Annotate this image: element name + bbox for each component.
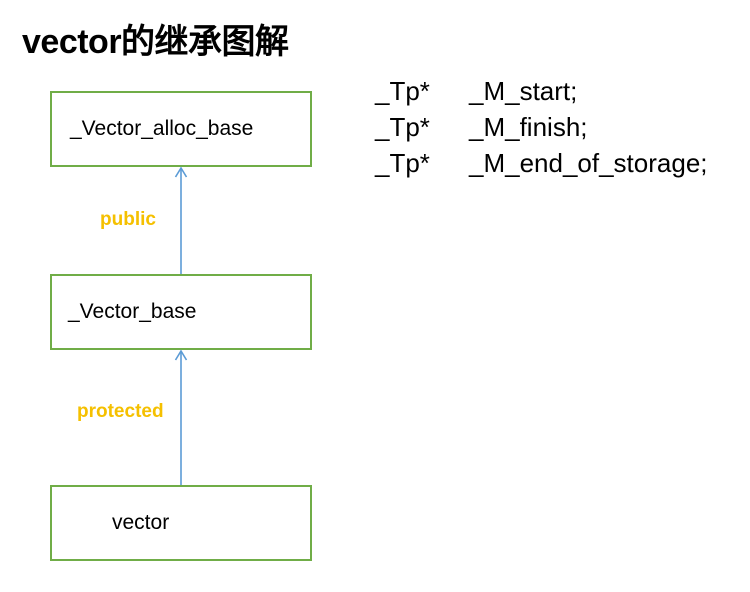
member-row: _Tp* _M_start; xyxy=(375,73,708,109)
member-type: _Tp* xyxy=(375,148,430,178)
member-type: _Tp* xyxy=(375,76,430,106)
member-name: _M_end_of_storage; xyxy=(469,148,708,178)
arrow-protected xyxy=(174,349,188,485)
member-type: _Tp* xyxy=(375,112,430,142)
member-list: _Tp* _M_start; _Tp* _M_finish; _Tp* _M_e… xyxy=(375,73,708,181)
member-row: _Tp* _M_end_of_storage; xyxy=(375,145,708,181)
inheritance-label-public: public xyxy=(100,209,156,230)
arrow-public xyxy=(174,166,188,274)
inheritance-label-protected: protected xyxy=(77,401,164,422)
member-name: _M_start; xyxy=(469,76,578,106)
member-name: _M_finish; xyxy=(469,112,588,142)
member-row: _Tp* _M_finish; xyxy=(375,109,708,145)
